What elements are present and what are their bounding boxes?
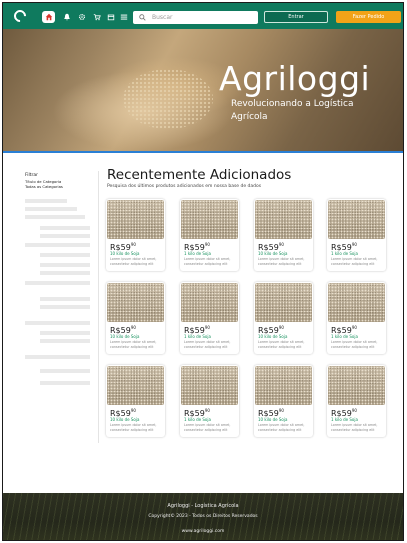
product-image[interactable] <box>255 366 312 405</box>
product-card[interactable]: R$5990 1 kilo de Soja Lorem ipsum dolor … <box>180 282 239 354</box>
product-image[interactable] <box>181 366 238 405</box>
product-name[interactable]: 10 kilo de Soja <box>110 334 139 339</box>
product-image[interactable] <box>328 283 385 322</box>
footer: Agriloggi - Logística Agrícola Copyright… <box>3 493 403 540</box>
footer-brand: Agriloggi - Logística Agrícola <box>167 503 239 509</box>
sidebar-placeholder <box>40 263 90 267</box>
product-description: Lorem ipsum dolor sit amet, consectetur … <box>331 423 378 432</box>
product-card[interactable]: R$5990 10 kilo de Soja Lorem ipsum dolor… <box>106 365 165 437</box>
hero-subtitle: Revolucionando a Logística Agrícola <box>231 99 354 122</box>
logo-icon[interactable] <box>11 7 29 25</box>
page: Entrar Fazer Pedido Agriloggi Revolucion… <box>2 2 404 541</box>
sidebar-placeholder <box>40 297 90 301</box>
enter-button[interactable]: Entrar <box>264 11 328 23</box>
section-title: Recentemente Adicionados <box>107 167 292 183</box>
product-image[interactable] <box>107 366 164 405</box>
product-image[interactable] <box>328 200 385 239</box>
sidebar-placeholder <box>25 321 90 325</box>
sidebar-placeholder <box>40 339 90 343</box>
sidebar-divider <box>98 171 99 443</box>
product-card[interactable]: R$5990 10 kilo de Soja Lorem ipsum dolor… <box>106 282 165 354</box>
product-name[interactable]: 10 kilo de Soja <box>258 417 287 422</box>
product-description: Lorem ipsum dolor sit amet, consectetur … <box>258 340 305 349</box>
sidebar-placeholder <box>25 355 90 359</box>
product-image[interactable] <box>181 200 238 239</box>
sidebar-placeholder <box>25 243 90 247</box>
product-description: Lorem ipsum dolor sit amet, consectetur … <box>110 423 157 432</box>
home-icon[interactable] <box>42 11 55 23</box>
product-description: Lorem ipsum dolor sit amet, consectetur … <box>110 257 157 266</box>
product-description: Lorem ipsum dolor sit amet, consectetur … <box>258 257 305 266</box>
product-name[interactable]: 1 kilo de Soja <box>184 334 211 339</box>
sidebar-placeholder <box>40 226 90 230</box>
product-name[interactable]: 10 kilo de Soja <box>110 417 139 422</box>
product-image[interactable] <box>107 283 164 322</box>
top-nav: Entrar Fazer Pedido <box>3 3 403 29</box>
section-description: Pesquisa dos últimos produtos adicionado… <box>107 184 262 189</box>
gear-icon[interactable] <box>78 13 86 21</box>
product-name[interactable]: 1 kilo de Soja <box>184 251 211 256</box>
sidebar-placeholder <box>40 369 90 373</box>
product-description: Lorem ipsum dolor sit amet, consectetur … <box>184 423 231 432</box>
sidebar-placeholder <box>40 253 90 257</box>
all-categories-link[interactable]: Todas as Categorias <box>25 184 95 190</box>
sidebar-placeholder <box>40 305 90 309</box>
product-card[interactable]: R$5990 10 kilo de Soja Lorem ipsum dolor… <box>254 199 313 271</box>
hero-banner: Agriloggi Revolucionando a Logística Agr… <box>3 29 403 151</box>
product-image[interactable] <box>181 283 238 322</box>
product-name[interactable]: 1 kilo de Soja <box>184 417 211 422</box>
sidebar-placeholder <box>25 281 90 285</box>
product-image[interactable] <box>107 200 164 239</box>
cart-icon[interactable] <box>93 13 101 21</box>
hero-divider <box>3 151 403 153</box>
sidebar-placeholder <box>40 271 90 275</box>
product-card[interactable]: R$5990 1 kilo de Soja Lorem ipsum dolor … <box>180 199 239 271</box>
sidebar-placeholder <box>40 381 90 385</box>
sidebar-placeholder <box>25 207 77 211</box>
product-description: Lorem ipsum dolor sit amet, consectetur … <box>331 340 378 349</box>
product-card[interactable]: R$5990 1 kilo de Soja Lorem ipsum dolor … <box>327 365 386 437</box>
product-card[interactable]: R$5990 10 kilo de Soja Lorem ipsum dolor… <box>254 365 313 437</box>
bell-icon[interactable] <box>63 13 71 21</box>
product-card[interactable]: R$5990 1 kilo de Soja Lorem ipsum dolor … <box>180 365 239 437</box>
product-name[interactable]: 1 kilo de Soja <box>331 417 358 422</box>
product-card[interactable]: R$5990 1 kilo de Soja Lorem ipsum dolor … <box>327 282 386 354</box>
product-image[interactable] <box>255 283 312 322</box>
sidebar-placeholder <box>40 331 90 335</box>
product-card[interactable]: R$5990 10 kilo de Soja Lorem ipsum dolor… <box>254 282 313 354</box>
filter-sidebar: Filtrar Título de Categoria Todas as Cat… <box>25 173 95 190</box>
sidebar-placeholder <box>40 234 90 238</box>
product-description: Lorem ipsum dolor sit amet, consectetur … <box>110 340 157 349</box>
product-name[interactable]: 10 kilo de Soja <box>258 251 287 256</box>
footer-copyright: Copyright© 2023 - Todos os Direitos Rese… <box>148 514 258 519</box>
search-box[interactable] <box>133 11 258 24</box>
menu-icon[interactable] <box>120 13 128 21</box>
product-card[interactable]: R$5990 1 kilo de Soja Lorem ipsum dolor … <box>327 199 386 271</box>
product-name[interactable]: 10 kilo de Soja <box>258 334 287 339</box>
product-image[interactable] <box>328 366 385 405</box>
product-description: Lorem ipsum dolor sit amet, consectetur … <box>184 257 231 266</box>
product-card[interactable]: R$5990 10 kilo de Soja Lorem ipsum dolor… <box>106 199 165 271</box>
footer-site-link[interactable]: www.agriloggi.com <box>3 529 403 534</box>
product-description: Lorem ipsum dolor sit amet, consectetur … <box>184 340 231 349</box>
order-button[interactable]: Fazer Pedido <box>336 11 401 23</box>
product-name[interactable]: 1 kilo de Soja <box>331 334 358 339</box>
sidebar-placeholder <box>25 199 67 203</box>
product-name[interactable]: 10 kilo de Soja <box>110 251 139 256</box>
hero-title: Agriloggi <box>219 59 371 98</box>
product-description: Lorem ipsum dolor sit amet, consectetur … <box>258 423 305 432</box>
product-image[interactable] <box>255 200 312 239</box>
search-icon <box>139 14 146 21</box>
box-icon[interactable] <box>107 13 115 21</box>
product-description: Lorem ipsum dolor sit amet, consectetur … <box>331 257 378 266</box>
product-name[interactable]: 1 kilo de Soja <box>331 251 358 256</box>
search-input[interactable] <box>152 14 252 21</box>
sidebar-placeholder <box>25 215 85 219</box>
hero-grains-image <box>123 69 213 129</box>
